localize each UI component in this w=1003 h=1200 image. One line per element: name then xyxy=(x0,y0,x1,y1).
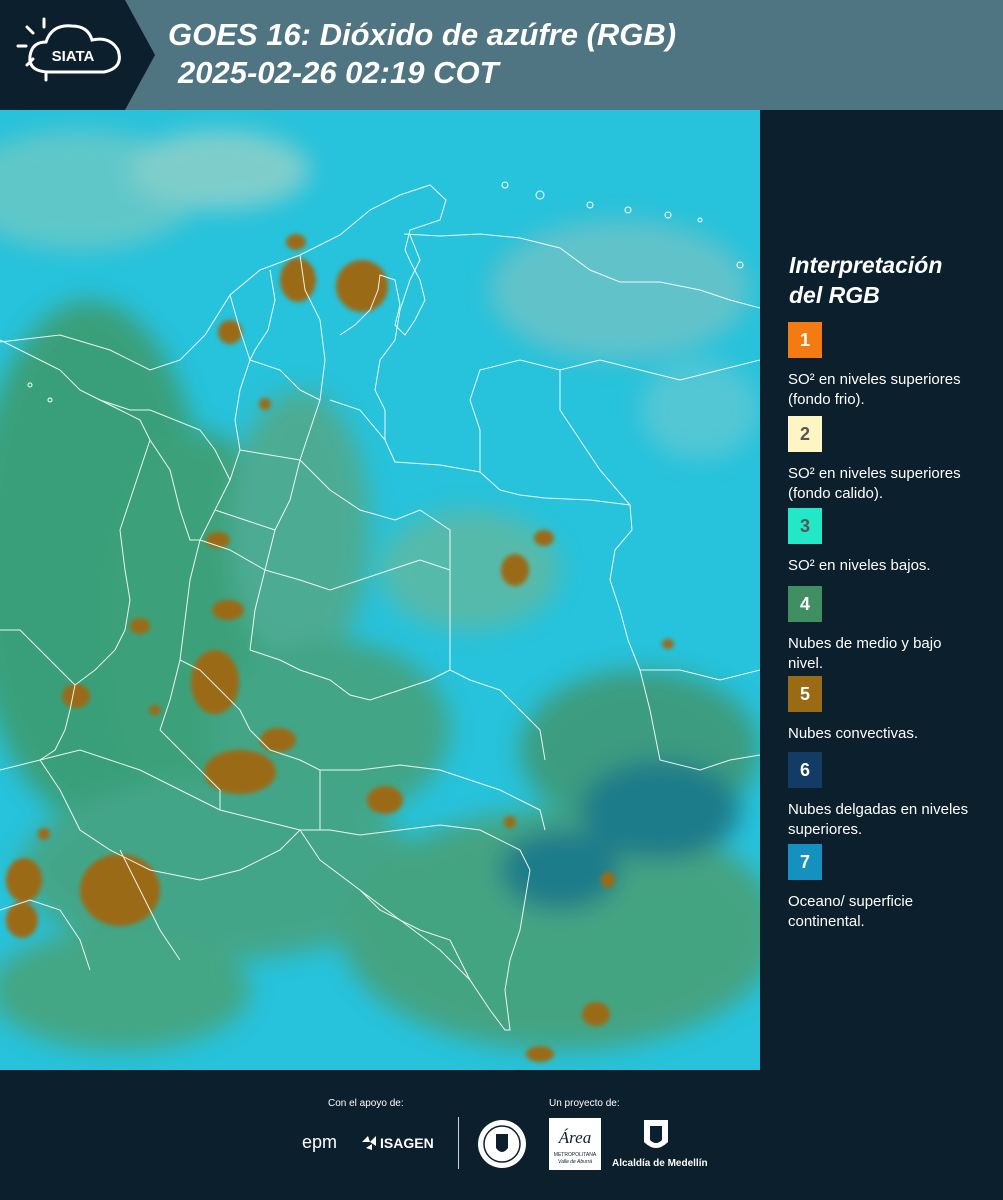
legend-swatch: 6 xyxy=(788,752,822,788)
legend-swatch: 1 xyxy=(788,322,822,358)
legend-item-text: Nubes delgadas en niveles superiores. xyxy=(788,801,969,838)
legend-swatch: 3 xyxy=(788,508,822,544)
svg-text:Valle de Aburrá: Valle de Aburrá xyxy=(558,1159,592,1165)
siata-logo: SIATA xyxy=(0,0,155,110)
page-subtitle: 2025-02-26 02:19 COT xyxy=(178,55,499,90)
footer-divider xyxy=(458,1117,459,1169)
svg-text:Área: Área xyxy=(558,1128,591,1147)
svg-text:METROPOLITANA: METROPOLITANA xyxy=(554,1152,597,1158)
legend-item-text: SO² en niveles superiores (fondo calido)… xyxy=(788,465,961,502)
legend-item-text: SO² en niveles bajos. xyxy=(788,557,931,574)
page-title: GOES 16: Dióxido de azúfre (RGB) xyxy=(168,17,677,52)
legend-item-text: Oceano/ superficie continental. xyxy=(788,893,914,930)
epm-logo: epm xyxy=(302,1132,337,1152)
legend-title-line1: Interpretación xyxy=(789,252,943,278)
footer-bar: Con el apoyo de: Un proyecto de: epm ISA… xyxy=(0,1070,1003,1200)
header-bar: SIATA GOES 16: Dióxido de azúfre (RGB) 2… xyxy=(0,0,1003,110)
svg-text:ISAGEN: ISAGEN xyxy=(380,1135,434,1151)
legend-item-text: SO² en niveles superiores (fondo frio). xyxy=(788,371,961,408)
medellin-seal-logo xyxy=(478,1120,526,1168)
legend-panel: Interpretación del RGB 1 SO² en niveles s… xyxy=(760,110,1003,1070)
legend-swatch: 4 xyxy=(788,586,822,622)
support-label: Con el apoyo de: xyxy=(328,1098,404,1109)
area-metropolitana-logo: Área METROPOLITANA Valle de Aburrá xyxy=(549,1118,601,1170)
logo-text: SIATA xyxy=(52,48,95,65)
legend-item-text: Nubes convectivas. xyxy=(788,725,919,742)
legend-title-line2: del RGB xyxy=(789,282,880,308)
project-label: Un proyecto de: xyxy=(549,1098,620,1109)
legend-swatch: 2 xyxy=(788,416,822,452)
legend-swatch: 7 xyxy=(788,844,822,880)
legend-title: Interpretación del RGB xyxy=(789,250,989,310)
satellite-map xyxy=(0,110,760,1070)
isagen-logo: ISAGEN xyxy=(362,1135,434,1151)
svg-text:epm: epm xyxy=(302,1132,337,1152)
alcaldia-crest-logo xyxy=(644,1120,668,1148)
legend-swatch: 5 xyxy=(788,676,822,712)
alcaldia-label: Alcaldía de Medellín xyxy=(612,1158,708,1169)
legend-item-text: Nubes de medio y bajo nivel. xyxy=(788,635,942,672)
